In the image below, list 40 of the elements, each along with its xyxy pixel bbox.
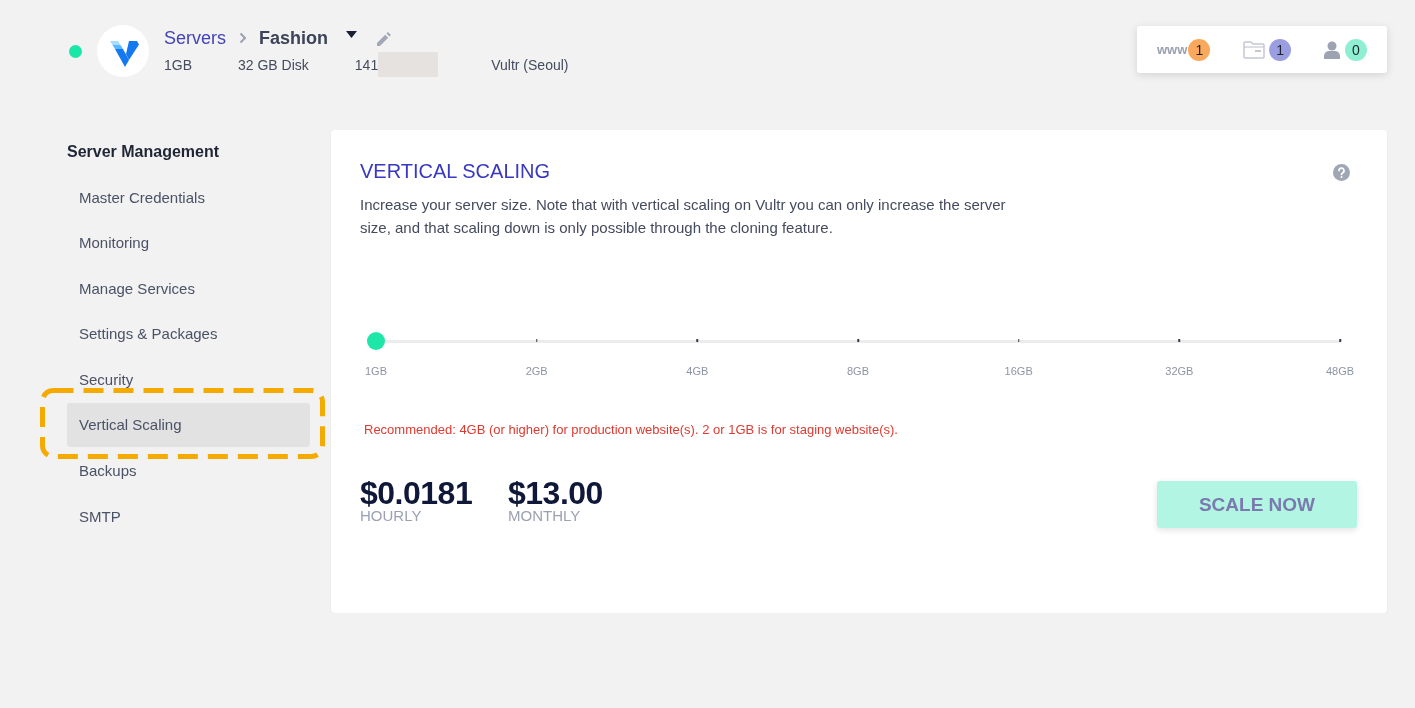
section-heading: Server Management	[67, 142, 221, 162]
sidebar-item[interactable]: Manage Services	[67, 266, 310, 311]
count-badge: 1	[1269, 38, 1292, 61]
chevron-right-icon	[239, 31, 247, 44]
logo-icon	[97, 25, 149, 77]
count-badge: 1	[1188, 38, 1211, 61]
sidebar-item[interactable]: Monitoring	[67, 220, 310, 265]
sidebar-item[interactable]: Security	[67, 357, 310, 402]
server-spec: 1GB	[164, 55, 192, 75]
tick-label: 32GB	[1165, 364, 1194, 378]
ip-address: 141	[354, 55, 379, 75]
servers-link[interactable]: Servers	[164, 25, 226, 50]
tick-label: 48GB	[1325, 364, 1355, 378]
price-amount: $0.0181	[360, 476, 474, 510]
sidebar-item[interactable]: Backups	[67, 448, 310, 493]
folder-icon[interactable]	[1243, 40, 1266, 59]
pencil-icon[interactable]	[377, 32, 392, 46]
slider-thumb[interactable]	[367, 332, 385, 350]
tick-label: 16GB	[1004, 364, 1033, 378]
count-badge: 0	[1345, 38, 1367, 61]
user-icon[interactable]	[1324, 40, 1340, 59]
sidebar-item[interactable]: Settings & Packages	[67, 311, 310, 356]
sidebar-item[interactable]: SMTP	[67, 494, 310, 539]
tick-label: 1GB	[365, 364, 387, 378]
server-spec: Vultr (Seoul)	[491, 55, 569, 75]
tick-label: 4GB	[686, 364, 709, 378]
panel-title: VERTICAL SCALING	[360, 159, 551, 183]
price-period: HOURLY	[360, 509, 423, 523]
recommendation-text: Recommended: 4GB (or higher) for production website(s). 2 or 1GB is for staging website(s).	[364, 422, 899, 438]
price-period: MONTHLY	[508, 509, 582, 523]
tick-label: 8GB	[847, 364, 869, 378]
sidebar-item[interactable]: Master Credentials	[67, 175, 310, 219]
server-spec: 32 GB Disk	[238, 55, 309, 75]
sidebar-item[interactable]: Vertical Scaling	[67, 402, 310, 447]
server-name: Fashion	[259, 26, 329, 50]
tick-label: 2GB	[525, 364, 548, 378]
description-text: Increase your server size. Note that with vertical scaling on Vultr you can only increase the server size, and that scaling down is only possible through the cloning feature.	[360, 194, 1007, 238]
caret-down-icon[interactable]	[346, 30, 358, 38]
help-icon[interactable]	[1333, 163, 1350, 181]
price-amount: $13.00	[508, 476, 604, 510]
